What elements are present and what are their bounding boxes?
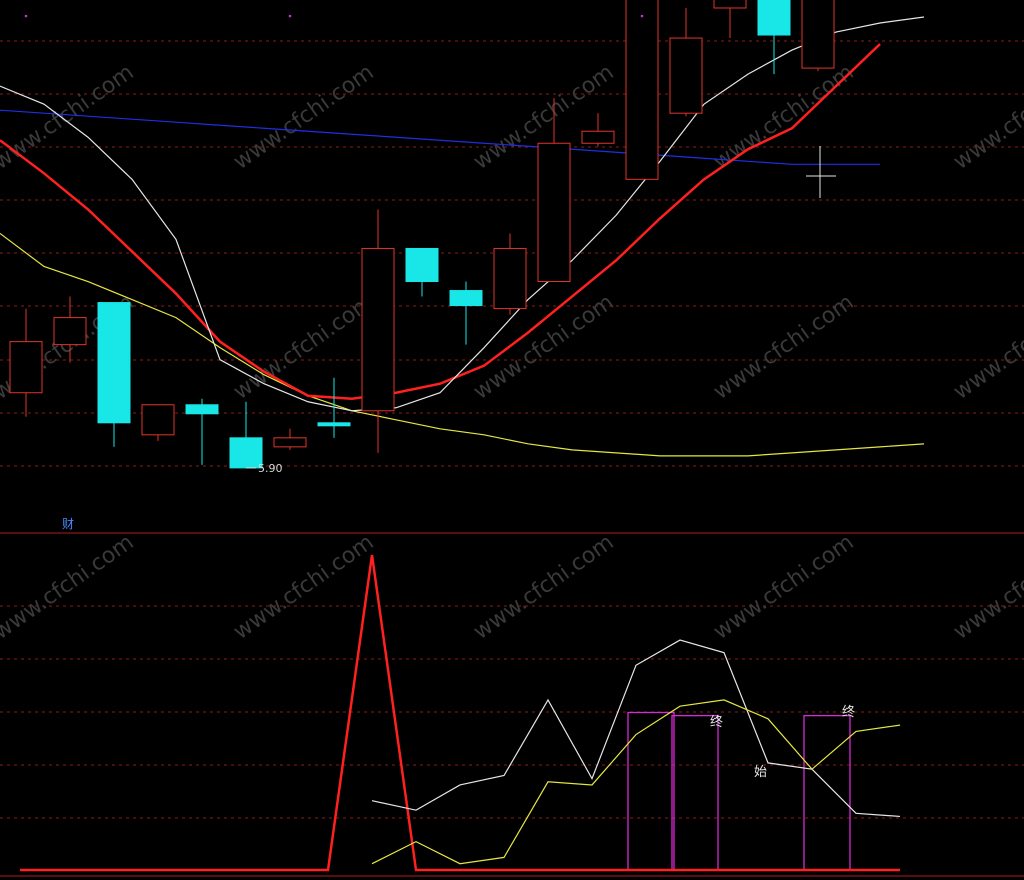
watermark-text: www.cfchi.com bbox=[0, 530, 139, 645]
candle-body bbox=[449, 290, 483, 307]
watermark-text: www.cfchi.com bbox=[0, 60, 139, 175]
candle-body bbox=[801, 0, 835, 69]
candle-body bbox=[757, 0, 791, 36]
watermark-text: www.cfchi.com bbox=[709, 290, 858, 405]
candle-body bbox=[97, 302, 131, 424]
candle-body bbox=[185, 404, 219, 415]
indicator-marker: 终 bbox=[710, 714, 723, 730]
watermark-text: www.cfchi.com bbox=[949, 60, 1024, 175]
candle bbox=[97, 302, 131, 447]
candle bbox=[185, 398, 219, 465]
watermark-text: www.cfchi.com bbox=[469, 530, 618, 645]
candle bbox=[581, 113, 615, 147]
top-marker-dot bbox=[640, 14, 644, 18]
top-marker-dot bbox=[288, 14, 292, 18]
indicator-marker: 始 bbox=[754, 765, 767, 780]
candle-body bbox=[493, 247, 527, 310]
watermark-text: www.cfchi.com bbox=[709, 60, 858, 175]
candle bbox=[405, 247, 439, 297]
chart-canvas: www.cfchi.com www.cfchi.com www.cfchi.com w… bbox=[0, 0, 1024, 880]
candle-body bbox=[361, 247, 395, 412]
watermark-text: www.cfchi.com bbox=[709, 530, 858, 645]
candle bbox=[669, 7, 703, 117]
candle-body bbox=[713, 0, 747, 9]
candle-body bbox=[669, 37, 703, 114]
candle bbox=[713, 0, 747, 39]
candle-body bbox=[625, 0, 659, 180]
indicator-bar bbox=[671, 715, 719, 871]
watermark-text: www.cfchi.com bbox=[469, 290, 618, 405]
watermark-text: www.cfchi.com bbox=[949, 290, 1024, 405]
candle-body bbox=[273, 437, 307, 448]
indicator-series-1 bbox=[371, 639, 901, 818]
candle-body bbox=[537, 142, 571, 283]
watermark-text: www.cfchi.com bbox=[229, 290, 378, 405]
watermark-text: www.cfchi.com bbox=[229, 60, 378, 175]
watermark-text: www.cfchi.com bbox=[949, 530, 1024, 645]
candle bbox=[801, 0, 835, 72]
candle bbox=[273, 428, 307, 450]
top-marker-dot bbox=[24, 14, 28, 18]
candle-body bbox=[405, 247, 439, 283]
indicator-bar bbox=[803, 715, 851, 871]
candle bbox=[229, 401, 263, 469]
candle bbox=[9, 308, 43, 417]
panel-caption: 财 bbox=[62, 517, 74, 531]
candle-body bbox=[9, 341, 43, 394]
indicator-marker: 终 bbox=[842, 704, 855, 720]
candle-body bbox=[141, 404, 175, 436]
candle bbox=[361, 209, 395, 453]
ma10-line bbox=[0, 43, 881, 401]
candle bbox=[317, 377, 351, 438]
candle bbox=[141, 404, 175, 441]
candle-body bbox=[317, 422, 351, 427]
candle bbox=[757, 0, 791, 75]
candle bbox=[625, 0, 659, 180]
stock-chart: www.cfchi.com www.cfchi.com www.cfchi.com w… bbox=[0, 0, 1024, 877]
watermark-text: www.cfchi.com bbox=[229, 530, 378, 645]
low-price-label: 5.90 bbox=[258, 462, 283, 475]
candle-body bbox=[53, 317, 87, 346]
candle bbox=[493, 233, 527, 315]
candle bbox=[449, 281, 483, 345]
candle-body bbox=[581, 130, 615, 144]
indicator-series-2 bbox=[371, 699, 901, 865]
